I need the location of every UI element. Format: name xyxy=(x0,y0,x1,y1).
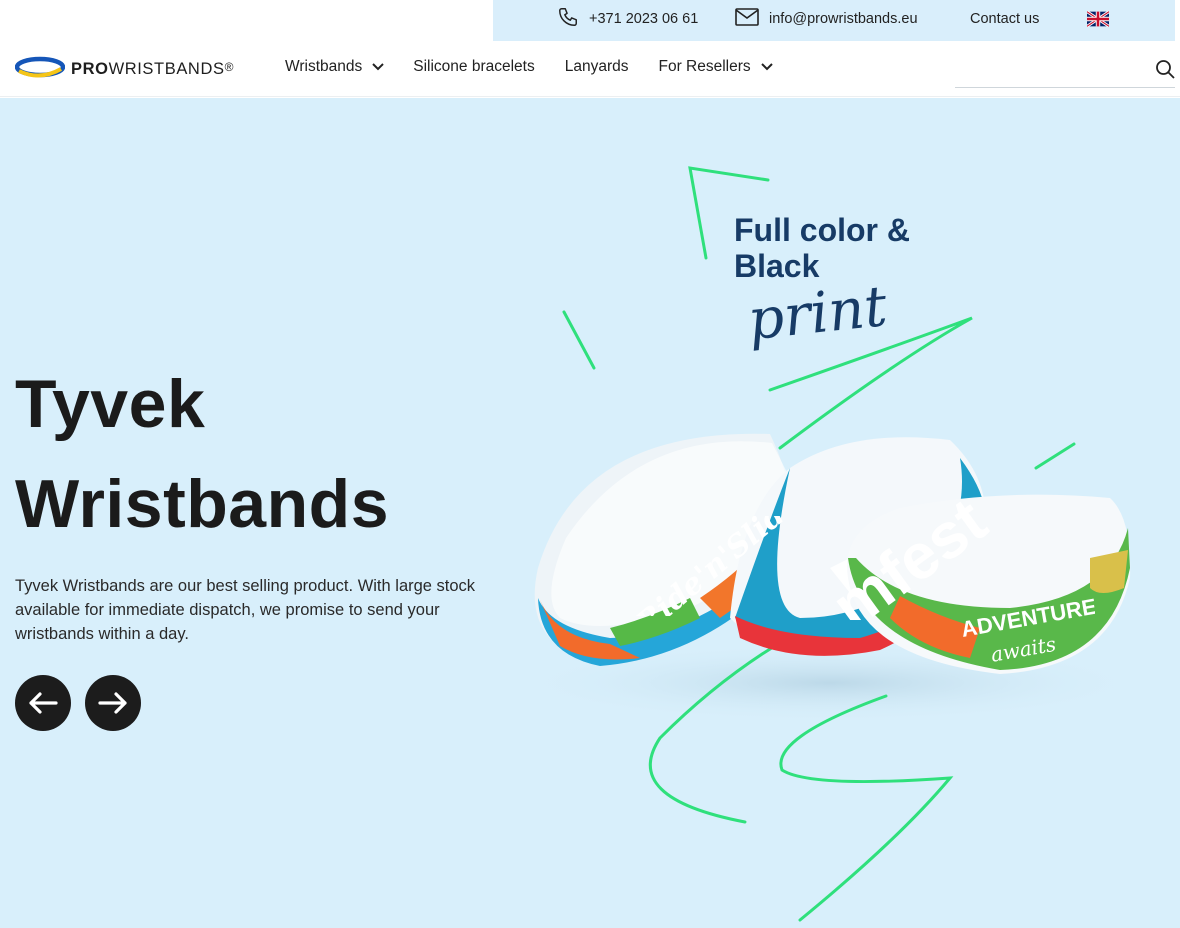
uk-flag-icon[interactable] xyxy=(1087,11,1109,27)
site-logo[interactable]: PROWRISTBANDS® xyxy=(14,55,234,84)
logo-text-pro: PRO xyxy=(71,60,109,78)
nav-item-lanyards[interactable]: Lanyards xyxy=(565,58,629,76)
email-address: info@prowristbands.eu xyxy=(769,11,918,27)
slider-next-button[interactable] xyxy=(85,675,141,731)
search-icon[interactable] xyxy=(1155,59,1175,84)
nav-item-silicone-bracelets[interactable]: Silicone bracelets xyxy=(413,58,534,76)
nav-item-for-resellers[interactable]: For Resellers xyxy=(659,58,773,76)
top-contact-bar: +371 2023 06 61 info@prowristbands.eu Co… xyxy=(493,0,1175,41)
chevron-down-icon xyxy=(372,58,384,76)
arrow-right-icon xyxy=(98,692,127,714)
nav-item-resellers-label: For Resellers xyxy=(658,58,751,75)
logo-text: PROWRISTBANDS® xyxy=(71,60,234,79)
band3-text-line1: ADVENTURE xyxy=(959,594,1095,642)
hero-title-line-1: Tyvek xyxy=(15,366,206,442)
phone-link[interactable]: +371 2023 06 61 xyxy=(557,0,698,38)
logo-registered-mark: ® xyxy=(224,60,235,74)
phone-icon xyxy=(557,6,579,32)
mail-icon xyxy=(735,8,759,30)
hero-description: Tyvek Wristbands are our best selling pr… xyxy=(15,577,476,643)
arrow-left-icon xyxy=(29,692,58,714)
band1-text: Ride'n'Slide xyxy=(629,516,806,616)
logo-swoosh-icon xyxy=(14,55,66,84)
band3-label: ADVENTURE awaits xyxy=(959,594,1095,667)
hero-title: Tyvek Wristbands xyxy=(15,354,389,554)
main-nav: Wristbands Silicone bracelets Lanyards F… xyxy=(285,58,773,76)
search-input[interactable] xyxy=(955,54,1145,86)
slider-prev-button[interactable] xyxy=(15,675,71,731)
nav-item-wristbands[interactable]: Wristbands xyxy=(285,58,384,76)
hero-title-line-2: Wristbands xyxy=(15,466,390,542)
main-header: PROWRISTBANDS® Wristbands Silicone brace… xyxy=(0,41,1180,97)
chevron-down-icon xyxy=(760,58,773,76)
band3-text-line2: awaits xyxy=(989,632,1058,667)
promo-script-print: print xyxy=(745,276,890,353)
band1-label: Ride'n'Slide xyxy=(629,516,806,616)
contact-us-link[interactable]: Contact us xyxy=(970,0,1039,38)
search-box xyxy=(955,54,1175,88)
promo-script-text: print xyxy=(745,276,890,353)
promo-line-1: Full color & xyxy=(734,212,910,248)
promo-heading: Full color & Black xyxy=(734,212,910,284)
hero-banner: Full color & Black print Ride'n'Slide mf… xyxy=(0,98,1180,928)
logo-text-wristbands: WRISTBANDS xyxy=(108,60,225,78)
phone-number: +371 2023 06 61 xyxy=(589,11,699,27)
nav-item-wristbands-label: Wristbands xyxy=(285,58,363,75)
email-link[interactable]: info@prowristbands.eu xyxy=(735,0,918,38)
